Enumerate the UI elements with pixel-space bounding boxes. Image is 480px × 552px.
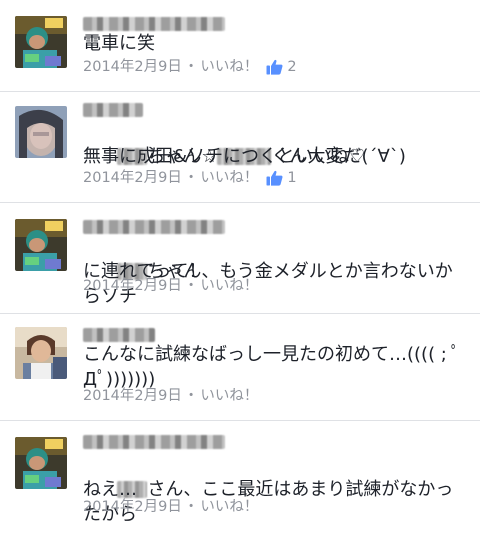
separator: ・ xyxy=(183,278,199,294)
comment-meta: 2014年2月9日 ・ いいね！ xyxy=(83,277,258,295)
comment-feed: 電車に笑 2014年2月9日 ・ いいね！ 2 ちゃん☆ くん大変だ(´∀`) … xyxy=(0,0,480,534)
comment-text: こんなに試練なばっし一見たの初めて…(((( ; ﾟ Дﾟ))))))) xyxy=(83,344,460,390)
comment-date: 2014年2月9日 xyxy=(83,278,182,294)
thumbs-up-icon xyxy=(266,59,283,75)
comment-item: ちゃん☆ くん大変だ(´∀`) 無事に成田&ソチにつくといいね♡ 2014年2月9… xyxy=(0,92,480,203)
like-count-value: 2 xyxy=(287,59,297,75)
comment-item: さん、ここ最近はあまり試練がなかったから ねえ… 2014年2月9日 ・ いいね… xyxy=(0,421,480,534)
avatar[interactable] xyxy=(15,106,67,158)
author-name-redacted[interactable] xyxy=(83,435,225,449)
like-link[interactable]: いいね！ xyxy=(200,387,258,405)
like-link[interactable]: いいね！ xyxy=(200,277,258,295)
comment-meta: 2014年2月9日 ・ いいね！ xyxy=(83,387,258,405)
avatar[interactable] xyxy=(15,437,67,489)
comment-meta: 2014年2月9日 ・ いいね！ 1 xyxy=(83,169,297,187)
like-count[interactable]: 2 xyxy=(266,58,297,76)
comment-item: ちゃん、もう金メダルとか言わないからソチ に連れてって！ 2014年2月9日 ・… xyxy=(0,203,480,314)
author-name-redacted[interactable] xyxy=(83,220,225,234)
like-count-value: 1 xyxy=(287,170,297,186)
separator: ・ xyxy=(183,59,199,75)
comment-date: 2014年2月9日 xyxy=(83,59,182,75)
avatar[interactable] xyxy=(15,16,67,68)
author-name-redacted[interactable] xyxy=(83,328,155,342)
comment-item: こんなに試練なばっし一見たの初めて…(((( ; ﾟ Дﾟ))))))) 201… xyxy=(0,314,480,421)
comment-text-line2: 無事に成田&ソチにつくといいね♡ xyxy=(83,146,366,167)
comment-meta: 2014年2月9日 ・ いいね！ 2 xyxy=(83,58,297,76)
thumbs-up-icon xyxy=(266,170,283,186)
separator: ・ xyxy=(183,499,199,515)
comment-date: 2014年2月9日 xyxy=(83,170,182,186)
comment-date: 2014年2月9日 xyxy=(83,388,182,404)
like-link[interactable]: いいね！ xyxy=(200,58,258,76)
like-link[interactable]: いいね！ xyxy=(200,169,258,187)
comment-text: 電車に笑 xyxy=(83,33,155,54)
comment-meta: 2014年2月9日 ・ いいね！ xyxy=(83,498,258,516)
avatar[interactable] xyxy=(15,219,67,271)
avatar[interactable] xyxy=(15,327,67,379)
comment-date: 2014年2月9日 xyxy=(83,499,182,515)
comment-item: 電車に笑 2014年2月9日 ・ いいね！ 2 xyxy=(0,0,480,92)
like-link[interactable]: いいね！ xyxy=(200,498,258,516)
author-name-redacted[interactable] xyxy=(83,17,225,31)
separator: ・ xyxy=(183,170,199,186)
separator: ・ xyxy=(183,388,199,404)
author-name-redacted[interactable] xyxy=(83,103,143,117)
like-count[interactable]: 1 xyxy=(266,169,297,187)
